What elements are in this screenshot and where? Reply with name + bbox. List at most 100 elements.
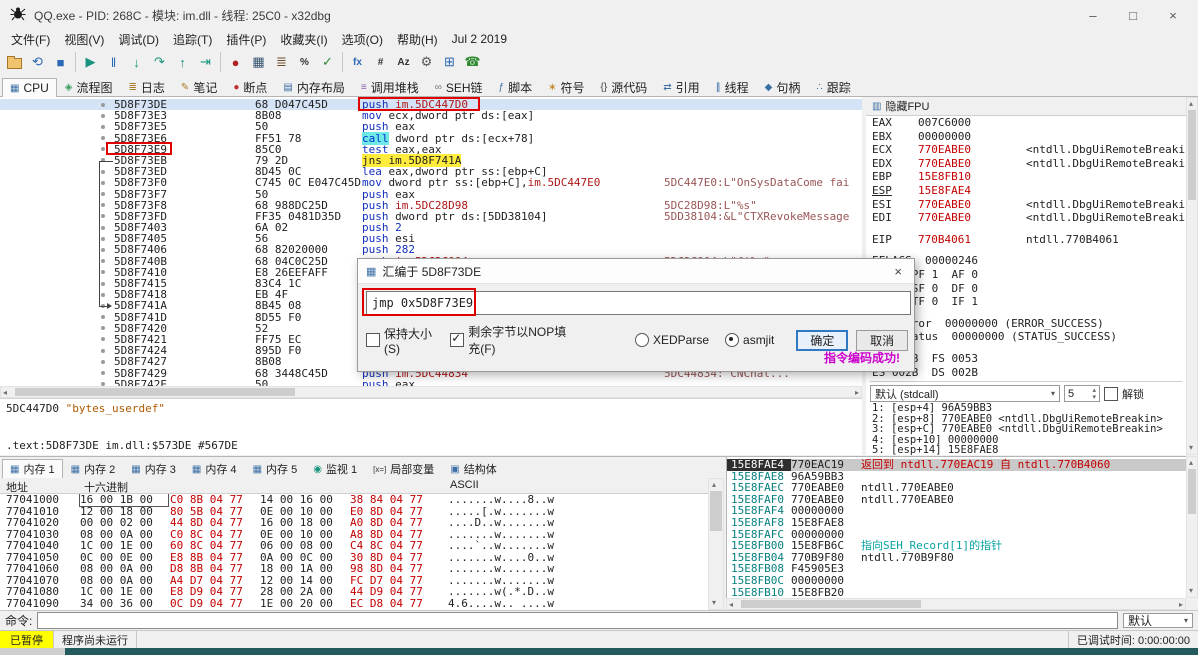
dialog-close-button[interactable]: × [890, 264, 906, 279]
breakpoint-gutter[interactable] [0, 177, 110, 188]
keep-size-checkbox[interactable]: 保持大小(S) [366, 325, 436, 356]
menu-debug[interactable]: 调试(D) [111, 31, 166, 48]
breakpoint-gutter[interactable] [0, 133, 110, 144]
breakpoint-gutter[interactable] [0, 278, 110, 289]
tab-locals[interactable]: [x=] 局部变量 [365, 459, 442, 478]
title-bar[interactable]: QQ.exe - PID: 268C - 模块: im.dll - 线程: 25… [0, 0, 1198, 30]
open-file-button[interactable] [3, 51, 26, 74]
breakpoint-dot[interactable] [101, 102, 105, 107]
breakpoint-gutter[interactable] [0, 356, 110, 367]
breakpoint-dot[interactable] [101, 359, 105, 364]
dump-pane[interactable]: 地址 十六进制 ASCII 77041000 16 00 1B 00 C0 8B 04 7… [0, 478, 708, 610]
remote-debug-button[interactable]: ☎ [461, 51, 484, 74]
breakpoint-dot[interactable] [101, 270, 105, 275]
log-button[interactable]: ≣ [270, 51, 293, 74]
scroll-down-icon[interactable]: ▾ [712, 598, 716, 608]
run-button[interactable]: ▶ [79, 51, 102, 74]
tab-notes[interactable]: ✎ 笔记 [173, 77, 225, 96]
breakpoint-gutter[interactable] [0, 99, 110, 110]
dump-row[interactable]: 77041060 08 00 0A 00 D8 8B 04 77 18 00 1A 0… [0, 563, 708, 575]
tab-references[interactable]: ⇄ 引用 [655, 77, 707, 96]
tab-log[interactable]: ≣ 日志 [121, 77, 173, 96]
menu-favourites[interactable]: 收藏夹(I) [273, 31, 334, 48]
menu-file[interactable]: 文件(F) [4, 31, 57, 48]
breakpoint-gutter[interactable] [0, 222, 110, 233]
menu-help[interactable]: 帮助(H) [390, 31, 445, 48]
argument-row[interactable]: 1: [esp+4] 96A59BB3 [872, 403, 1163, 414]
breakpoint-gutter[interactable] [0, 289, 110, 300]
minimize-button[interactable]: – [1086, 8, 1100, 23]
breakpoint-dot[interactable] [101, 147, 105, 152]
tab-dump-2[interactable]: ▦ 内存 2 [63, 459, 124, 478]
tab-dump-1[interactable]: ▦ 内存 1 [2, 459, 63, 478]
disassembly-hscrollbar[interactable]: ◂ ▸ [0, 386, 862, 398]
stack-vscrollbar[interactable]: ▴ ▾ [1186, 456, 1198, 598]
tab-script[interactable]: ƒ 脚本 [491, 77, 541, 96]
step-into-button[interactable]: ↓ [125, 51, 148, 74]
breakpoint-gutter[interactable] [0, 300, 110, 311]
stack-hscrollbar[interactable]: ◂ ▸ [726, 598, 1186, 610]
snowman-button[interactable]: # [369, 51, 392, 74]
disassembly-row[interactable]: 5D8F742E 50 push eax [0, 378, 862, 386]
breakpoint-dot[interactable] [101, 203, 105, 208]
command-input[interactable] [37, 612, 1118, 629]
asmjit-radio[interactable]: asmjit [725, 333, 774, 347]
menu-view[interactable]: 视图(V) [57, 31, 111, 48]
functions-button[interactable]: fx [346, 51, 369, 74]
dump-row[interactable]: 77041020 00 00 02 00 44 8D 04 77 16 00 18 0… [0, 517, 708, 529]
patches-button[interactable]: % [293, 51, 316, 74]
scroll-right-icon[interactable]: ▸ [1179, 600, 1183, 609]
tab-watch-1[interactable]: ◉ 监视 1 [305, 459, 365, 478]
register-row[interactable]: ESP 15E8FAE4 [866, 184, 1186, 198]
menu-trace[interactable]: 追踪(T) [166, 31, 219, 48]
register-row[interactable]: EIP 770B4061 ntdll.770B4061 [866, 233, 1186, 247]
breakpoint-gutter[interactable] [0, 110, 110, 121]
comments-button[interactable]: ✓ [316, 51, 339, 74]
breakpoint-dot[interactable] [101, 326, 105, 331]
breakpoints-button[interactable]: ● [224, 51, 247, 74]
scroll-thumb[interactable] [741, 600, 921, 608]
breakpoint-gutter[interactable] [0, 267, 110, 278]
nop-fill-checkbox[interactable]: 剩余字节以NOP填充(F) [450, 323, 573, 357]
stack-pane[interactable]: 15E8FAE4 770EAC19 返回到 ntdll.770EAC19 自 ntd… [726, 456, 1186, 598]
scroll-thumb[interactable] [1188, 110, 1196, 200]
scroll-down-icon[interactable]: ▾ [1189, 443, 1193, 453]
disassembly-row[interactable]: 5D8F73F0 C745 0C E047C45D mov dword ptr ss… [0, 177, 862, 189]
tab-dump-5[interactable]: ▦ 内存 5 [245, 459, 306, 478]
tab-trace[interactable]: ∴ 跟踪 [808, 77, 858, 96]
stack-row[interactable]: 15E8FB10 15E8FB20 [727, 586, 1186, 598]
calling-convention-select[interactable]: 默认 (stdcall) ▾ [870, 385, 1060, 402]
breakpoint-dot[interactable] [101, 124, 105, 129]
breakpoint-gutter[interactable] [0, 379, 110, 386]
scroll-right-icon[interactable]: ▸ [855, 388, 859, 397]
dump-vscrollbar[interactable]: ▴ ▾ [708, 478, 724, 610]
xedparse-radio[interactable]: XEDParse [634, 333, 709, 347]
breakpoint-dot[interactable] [101, 180, 105, 185]
register-row[interactable]: EBP 15E8FB10 [866, 170, 1186, 184]
breakpoint-dot[interactable] [101, 281, 105, 286]
command-profile-select[interactable]: 默认 ▾ [1123, 613, 1193, 628]
breakpoint-gutter[interactable] [0, 368, 110, 379]
scroll-up-icon[interactable]: ▴ [712, 480, 716, 490]
breakpoint-dot[interactable] [101, 371, 105, 375]
tab-dump-4[interactable]: ▦ 内存 4 [184, 459, 245, 478]
execute-till-return-button[interactable]: ⇥ [194, 51, 217, 74]
tab-threads[interactable]: ∥ 线程 [708, 77, 757, 96]
breakpoint-dot[interactable] [101, 192, 105, 196]
breakpoint-gutter[interactable] [0, 323, 110, 334]
dump-row[interactable]: 77041090 34 00 36 00 0C D9 04 77 1E 00 20 0… [0, 597, 708, 610]
breakpoint-gutter[interactable] [0, 155, 110, 166]
tab-call-stack[interactable]: ≡ 调用堆栈 [353, 77, 427, 96]
register-row[interactable]: EBX 00000000 [866, 130, 1186, 144]
settings-button[interactable]: ⚙ [415, 51, 438, 74]
maximize-button[interactable]: □ [1126, 8, 1140, 23]
tab-breakpoints[interactable]: ● 断点 [225, 77, 275, 96]
breakpoint-dot[interactable] [101, 225, 105, 230]
close-button[interactable]: × [1166, 8, 1180, 23]
stack-row[interactable]: 15E8FB00 15E8FB6C 指向SEH_Record[1]的指针 [727, 540, 1186, 552]
memory-map-button[interactable]: ▦ [247, 51, 270, 74]
breakpoint-dot[interactable] [101, 214, 105, 219]
tab-dump-3[interactable]: ▦ 内存 3 [123, 459, 184, 478]
dump-row[interactable]: 77041040 1C 00 1E 00 60 8C 04 77 06 00 08 0… [0, 540, 708, 552]
breakpoint-gutter[interactable] [0, 312, 110, 323]
